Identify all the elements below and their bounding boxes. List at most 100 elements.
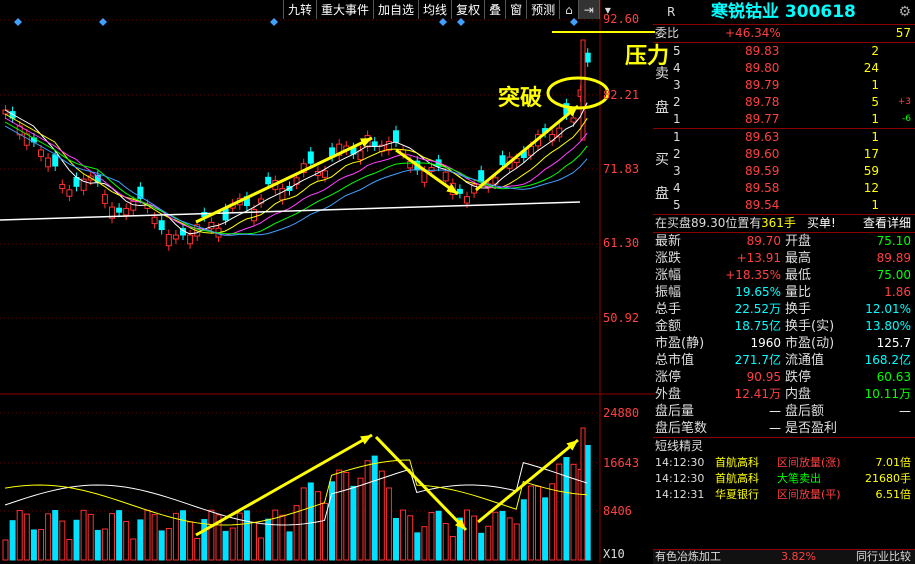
volume-bar bbox=[187, 521, 194, 561]
short-term-title[interactable]: 短线精灵 bbox=[653, 437, 915, 455]
toolbar-overlay[interactable]: 叠 bbox=[484, 0, 505, 19]
stat-label: 开盘 bbox=[785, 234, 812, 249]
stat-row: 外盘 12.41万 内盘 10.11万 bbox=[653, 386, 915, 403]
sell-level: 4 bbox=[673, 61, 681, 75]
volume-bar bbox=[73, 519, 80, 561]
compare-link[interactable]: 同行业比较 bbox=[856, 550, 911, 564]
details-link[interactable]: 查看详细 bbox=[863, 215, 911, 232]
buy-price: 89.63 bbox=[745, 130, 780, 144]
volume-bar bbox=[279, 514, 286, 561]
stat-value: 90.95 bbox=[746, 370, 781, 384]
buy-row[interactable]: 4 89.58 12 bbox=[653, 180, 915, 197]
short-term-item[interactable]: 14:12:31 华夏银行 区间放量(平) 6.51倍 bbox=[653, 487, 915, 503]
toolbar-major-events[interactable]: 重大事件 bbox=[316, 0, 373, 19]
candle-body bbox=[116, 207, 123, 213]
volume-bar bbox=[520, 499, 527, 561]
alert-value: 7.01倍 bbox=[875, 456, 912, 469]
volume-bar bbox=[172, 512, 179, 561]
candle-body bbox=[307, 151, 314, 164]
toolbar-forecast[interactable]: 预测 bbox=[526, 0, 559, 19]
sell-row[interactable]: 3 89.79 1 bbox=[653, 77, 915, 94]
candle-body bbox=[130, 200, 137, 211]
volume-bar bbox=[478, 532, 485, 561]
stat-label: 最低 bbox=[785, 268, 812, 283]
gear-icon[interactable]: ⚙ bbox=[898, 0, 911, 24]
short-term-item[interactable]: 14:12:30 首航高科 大笔卖出 21680手 bbox=[653, 471, 915, 487]
stat-value: 22.52万 bbox=[734, 302, 781, 316]
candle-body bbox=[73, 177, 80, 187]
sell-row[interactable]: 4 89.80 24 bbox=[653, 60, 915, 77]
toolbar-adjust[interactable]: 复权 bbox=[451, 0, 484, 19]
volume-bar bbox=[499, 510, 506, 561]
sell-row[interactable]: 1 89.77 1 -6 bbox=[653, 111, 915, 128]
buy-row[interactable]: 1 89.63 1 bbox=[653, 129, 915, 146]
stat-value: 12.01% bbox=[865, 302, 911, 316]
price-axis-label: 71.83 bbox=[603, 162, 640, 176]
volume-bar bbox=[336, 469, 343, 561]
toolbar-window[interactable]: 窗 bbox=[505, 0, 526, 19]
stat-label: 盘后额 bbox=[785, 404, 825, 419]
sector-name[interactable]: 有色冶炼加工 bbox=[655, 550, 721, 564]
sell-row[interactable]: 2 89.78 5 +3 bbox=[653, 94, 915, 111]
sell-qty: 2 bbox=[871, 44, 879, 58]
candle-body bbox=[428, 167, 435, 173]
sell-level: 2 bbox=[673, 95, 681, 109]
toolbar-jiuzhuan[interactable]: 九转 bbox=[283, 0, 316, 19]
sell-qty: 24 bbox=[863, 61, 879, 75]
volume-bar bbox=[393, 517, 399, 561]
volume-axis-label: 24880 bbox=[603, 406, 640, 420]
volume-bar bbox=[293, 505, 300, 561]
toolbar-moving-average[interactable]: 均线 bbox=[418, 0, 451, 19]
stat-value: 271.7亿 bbox=[734, 353, 781, 367]
volume-bar bbox=[449, 535, 456, 561]
volume-bar bbox=[151, 514, 158, 561]
stat-row: 振幅 19.65% 量比 1.86 bbox=[653, 284, 915, 301]
sell-price: 89.83 bbox=[745, 44, 780, 58]
volume-bar bbox=[492, 511, 499, 561]
alert-stock: 首航高科 bbox=[715, 472, 759, 485]
stat-row: 涨幅 +18.35% 最低 75.00 bbox=[653, 267, 915, 284]
sell-orders: 卖 盘 5 89.83 2 4 89.80 24 3 89.79 1 2 89.… bbox=[653, 42, 915, 128]
alert-event: 大笔卖出 bbox=[777, 472, 821, 485]
candle-body bbox=[584, 52, 591, 63]
next-icon[interactable]: ⇥ bbox=[577, 0, 599, 19]
toolbar-add-watchlist[interactable]: 加自选 bbox=[373, 0, 418, 19]
stock-header: R 寒锐钴业 300618 ⚙ bbox=[653, 0, 915, 24]
sector-footer: 有色冶炼加工 3.82% 同行业比较 bbox=[653, 549, 915, 564]
volume-bar bbox=[549, 483, 556, 561]
buy-row[interactable]: 5 89.54 1 bbox=[653, 197, 915, 214]
volume-bar bbox=[66, 538, 73, 561]
sell-price: 89.78 bbox=[745, 95, 780, 109]
stat-label: 总手 bbox=[655, 302, 682, 317]
volume-scale-label: X10 bbox=[603, 547, 625, 561]
volume-bar bbox=[251, 521, 257, 561]
short-term-item[interactable]: 14:12:30 首航高科 区间放量(涨) 7.01倍 bbox=[653, 455, 915, 471]
volume-bar bbox=[584, 444, 591, 561]
volume-bar bbox=[435, 510, 442, 561]
stat-value: 13.80% bbox=[865, 319, 911, 333]
sell-row[interactable]: 5 89.83 2 bbox=[653, 43, 915, 60]
buy-row[interactable]: 2 89.60 17 bbox=[653, 146, 915, 163]
volume-bar bbox=[400, 509, 407, 561]
stat-value: 1.86 bbox=[884, 285, 911, 299]
volume-bar bbox=[371, 455, 378, 561]
volume-bar bbox=[428, 512, 435, 561]
home-icon[interactable]: ⌂ bbox=[559, 0, 578, 19]
stat-value: 10.11万 bbox=[864, 387, 911, 401]
volume-bar bbox=[94, 529, 101, 561]
candle-body bbox=[549, 134, 556, 142]
kline-chart[interactable] bbox=[0, 0, 655, 563]
stock-name[interactable]: 寒锐钴业 300618 bbox=[711, 0, 856, 24]
stat-label: 涨停 bbox=[655, 370, 682, 385]
buy-row[interactable]: 3 89.59 59 bbox=[653, 163, 915, 180]
buy-level: 5 bbox=[673, 198, 681, 212]
alert-stock: 首航高科 bbox=[715, 456, 759, 469]
sell-level: 5 bbox=[673, 44, 681, 58]
sell-qty: 5 bbox=[871, 95, 879, 109]
buy-level: 2 bbox=[673, 147, 681, 161]
candle-body bbox=[357, 150, 364, 161]
candle-body bbox=[151, 216, 158, 225]
stat-label: 外盘 bbox=[655, 387, 682, 402]
volume-bar bbox=[357, 477, 364, 561]
candle-body bbox=[52, 154, 59, 167]
